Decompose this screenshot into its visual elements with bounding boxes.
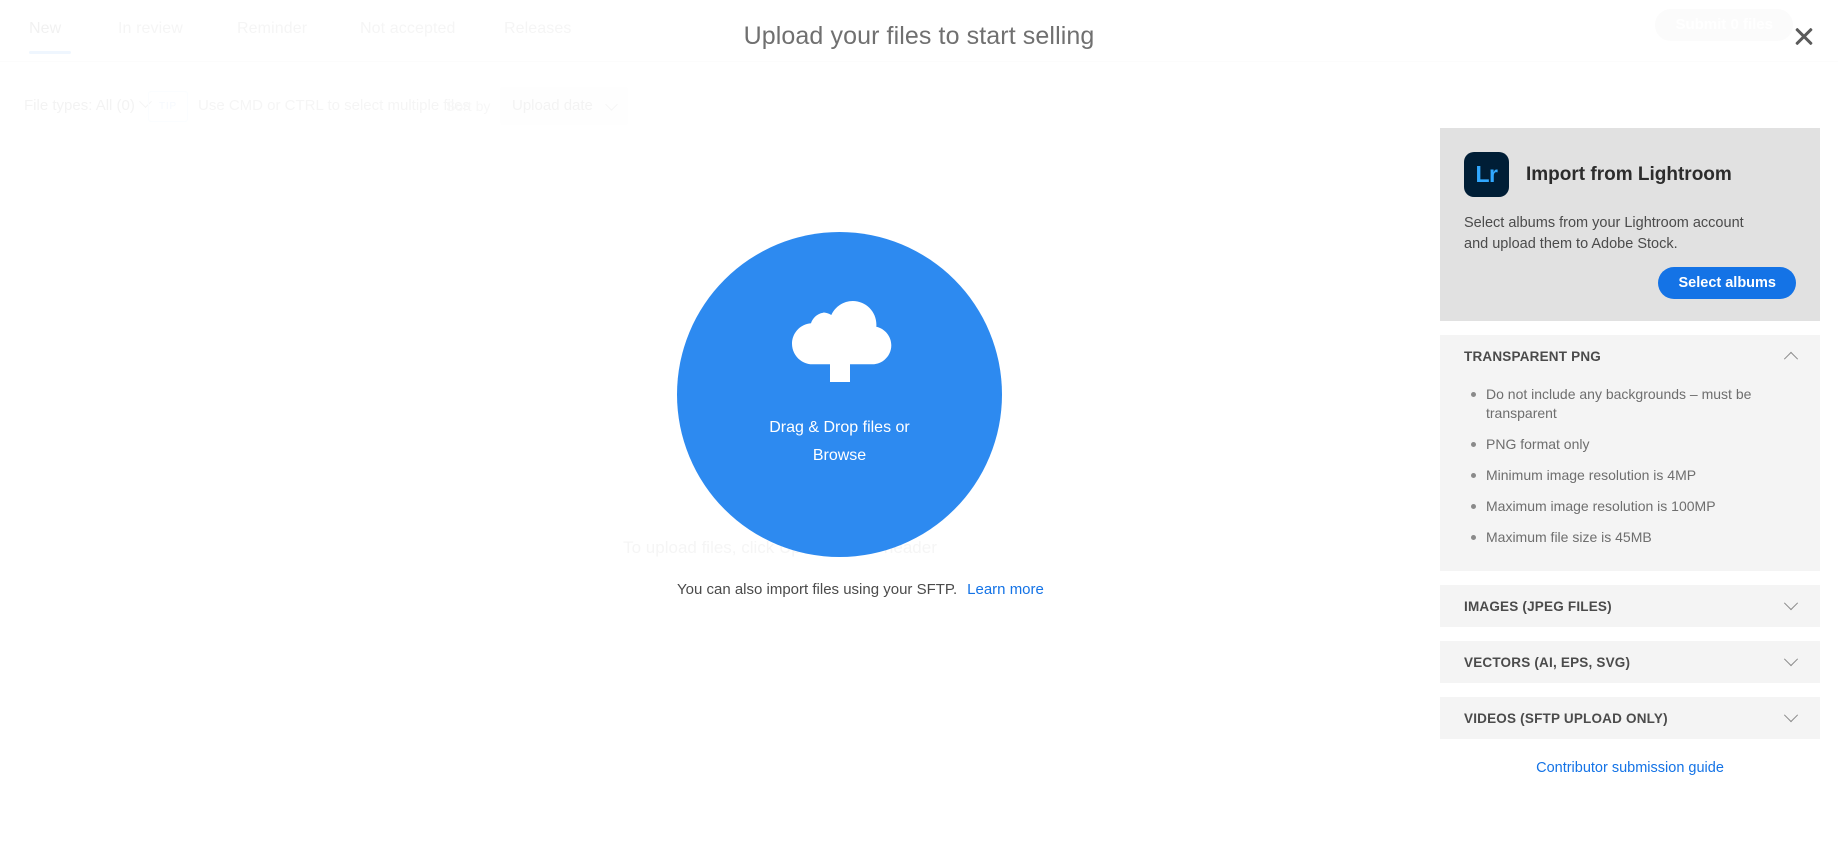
sort-by-value: Upload date: [512, 97, 593, 114]
lightroom-card-description: Select albums from your Lightroom accoun…: [1464, 215, 1744, 252]
accordion-title: TRANSPARENT PNG: [1464, 348, 1602, 364]
accordion-header-videos[interactable]: VIDEOS (SFTP UPLOAD ONLY): [1440, 697, 1820, 739]
dropzone-line-1: Drag & Drop files or: [769, 419, 910, 436]
list-item: Minimum image resolution is 4MP: [1471, 460, 1796, 491]
chevron-down-icon: [1783, 708, 1799, 723]
accordion-header-transparent-png[interactable]: TRANSPARENT PNG: [1440, 335, 1820, 377]
tip-badge: TIP: [148, 91, 188, 122]
lightroom-card-header: Lr Import from Lightroom: [1464, 152, 1796, 197]
dropzone-text: Drag & Drop files or Browse: [677, 414, 1002, 470]
right-sidebar: Lr Import from Lightroom Select albums f…: [1440, 128, 1820, 776]
lightroom-card-actions: Select albums: [1464, 267, 1796, 299]
list-item: Do not include any backgrounds – must be…: [1471, 379, 1796, 429]
filter-toolbar: File types: All (0) TIP Use CMD or CTRL …: [0, 85, 1838, 129]
select-albums-button[interactable]: Select albums: [1658, 267, 1796, 299]
active-tab-underline: [29, 51, 71, 54]
sort-by-select[interactable]: Upload date: [500, 87, 628, 125]
chevron-down-icon: [1783, 652, 1799, 667]
sftp-note-text: You can also import files using your SFT…: [677, 581, 958, 598]
accordion-title: VIDEOS (SFTP UPLOAD ONLY): [1464, 710, 1668, 726]
cloud-upload-icon: [791, 301, 891, 382]
file-types-label: File types: All (0): [24, 97, 135, 114]
lightroom-card-title: Import from Lightroom: [1526, 163, 1732, 185]
file-dropzone[interactable]: Drag & Drop files or Browse: [677, 232, 1002, 557]
lightroom-icon: Lr: [1464, 152, 1509, 197]
chevron-down-icon: [1783, 596, 1799, 611]
accordion-title: VECTORS (AI, EPS, SVG): [1464, 654, 1631, 670]
accordion-images-jpeg: IMAGES (JPEG FILES): [1440, 585, 1820, 627]
list-item: PNG format only: [1471, 429, 1796, 460]
accordion-header-images-jpeg[interactable]: IMAGES (JPEG FILES): [1440, 585, 1820, 627]
learn-more-link[interactable]: Learn more: [967, 581, 1044, 598]
file-types-filter[interactable]: File types: All (0): [24, 95, 152, 114]
page-title: Upload your files to start selling: [743, 22, 1095, 50]
contributor-submission-guide-link[interactable]: Contributor submission guide: [1440, 760, 1820, 776]
accordion-videos: VIDEOS (SFTP UPLOAD ONLY): [1440, 697, 1820, 739]
accordion-header-vectors[interactable]: VECTORS (AI, EPS, SVG): [1440, 641, 1820, 683]
requirements-list: Do not include any backgrounds – must be…: [1464, 379, 1796, 553]
list-item: Maximum file size is 45MB: [1471, 522, 1796, 553]
accordion-vectors: VECTORS (AI, EPS, SVG): [1440, 641, 1820, 683]
accordion-body-transparent-png: Do not include any backgrounds – must be…: [1440, 377, 1820, 571]
tip-hint-text: Use CMD or CTRL to select multiple files: [198, 97, 471, 114]
accordion-transparent-png: TRANSPARENT PNG Do not include any backg…: [1440, 335, 1820, 571]
tabbar-divider: [0, 61, 1838, 62]
chevron-up-icon: [1783, 351, 1799, 366]
accordion-title: IMAGES (JPEG FILES): [1464, 598, 1612, 614]
list-item: Maximum image resolution is 100MP: [1471, 491, 1796, 522]
sort-by-label: Sort by: [446, 98, 491, 114]
lightroom-import-card: Lr Import from Lightroom Select albums f…: [1440, 128, 1820, 321]
dropzone-browse-label[interactable]: Browse: [677, 442, 1002, 470]
chevron-down-icon: [605, 98, 618, 111]
sftp-import-note: You can also import files using your SFT…: [677, 581, 1044, 598]
close-icon[interactable]: [1786, 18, 1822, 54]
